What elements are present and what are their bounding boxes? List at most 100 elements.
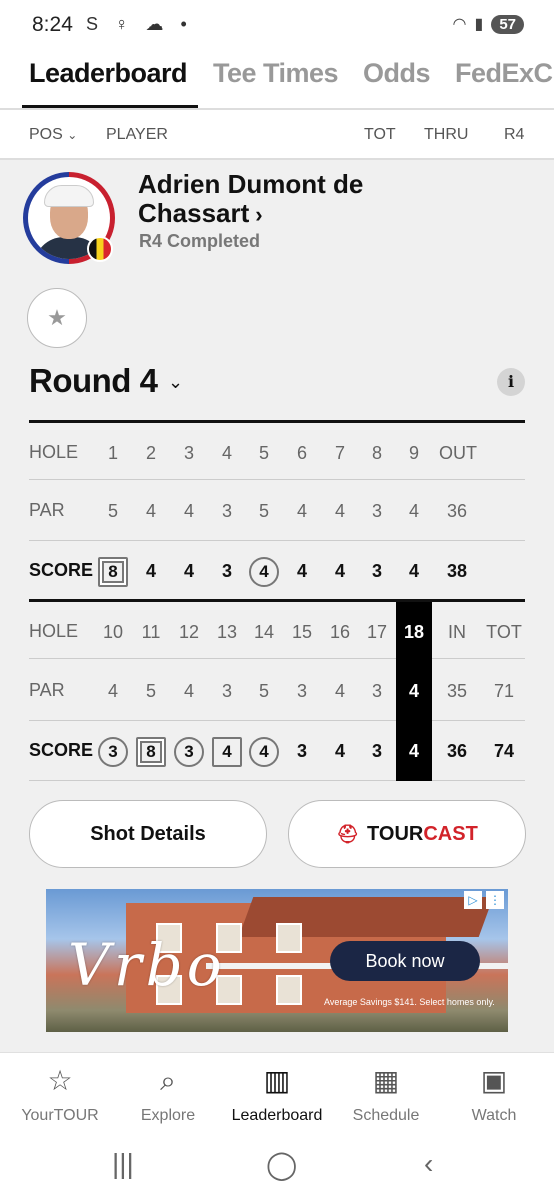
front-hole-row-cell: 3 (183, 443, 194, 463)
chevron-down-icon[interactable]: ⌄ (168, 372, 183, 393)
ad-fine-print: Average Savings $141. Select homes only. (324, 997, 495, 1007)
back-par-row-label: PAR (29, 680, 65, 700)
player-name-link[interactable]: Adrien Dumont de Chassart › (138, 170, 468, 229)
active-tab-indicator (22, 105, 198, 108)
front-par-row-cell: 3 (371, 501, 382, 521)
front-score-row-cell: 38 (446, 561, 468, 581)
home-icon[interactable]: ◯ (266, 1148, 297, 1181)
nav-label: YourTOUR (21, 1107, 99, 1124)
tab-odds[interactable]: Odds (363, 58, 431, 89)
signal-icon: ▮ (474, 16, 484, 33)
ad-choices[interactable]: ▷ ⋮ (464, 891, 504, 909)
back-par-row: PAR 4 5 4 3 5 3 4 3 4 35 71 (29, 661, 525, 721)
double-bogey-marker: 8 (98, 557, 128, 588)
status-notification-icons: S ♀ ☁ • (86, 14, 193, 34)
nav-schedule[interactable]: ▦ Schedule (331, 1063, 441, 1125)
shot-details-button[interactable]: Shot Details (29, 800, 267, 868)
nav-label: Leaderboard (231, 1107, 323, 1124)
front-hole-row-cell: 4 (221, 443, 232, 463)
round-column-label: R4 (504, 126, 525, 143)
front-par-row-cell: 4 (408, 501, 419, 521)
back-hole-row-cell: 14 (253, 622, 275, 642)
front-score-row-cell: 4 (183, 561, 194, 581)
back-hole-row-cell: TOT (486, 622, 522, 642)
back-score-row-cell: 4 (334, 741, 345, 761)
status-right-icons: ◠ ▮ 57 (453, 14, 524, 34)
back-hole-row-cell: 12 (178, 622, 200, 642)
front-score-row-cell: 8 (95, 541, 131, 601)
player-round-status: R4 Completed (139, 231, 261, 251)
front-par-row-cell: 4 (145, 501, 156, 521)
back-hole-row-cell: IN (448, 622, 466, 642)
front-hole-row-cell: OUT (439, 443, 477, 463)
back-hole-row-cell: 15 (291, 622, 313, 642)
front-par-row-cell: 36 (446, 501, 468, 521)
front-score-row-cell: 4 (408, 561, 419, 581)
back-hole-row-cell: 13 (216, 622, 238, 642)
back-score-row: SCORE 3 8 3 4 4 3 4 3 4 36 74 (29, 721, 525, 781)
front-par-row-label: PAR (29, 500, 65, 520)
info-icon[interactable]: i (497, 368, 525, 396)
ad-brand-logo: Vrbo (68, 931, 226, 999)
player-column-label: PLAYER (106, 126, 168, 143)
back-score-row-cell: 3 (371, 741, 382, 761)
back-hole-row-label: HOLE (29, 621, 79, 641)
ad-more-icon[interactable]: ⋮ (486, 891, 504, 909)
back-par-row-cell: 3 (221, 681, 232, 701)
front-par-row-cell: 4 (296, 501, 307, 521)
status-bar: 8:24 S ♀ ☁ • ◠ ▮ 57 (0, 0, 554, 52)
nav-explore[interactable]: ⌕ Explore (113, 1063, 223, 1125)
advertisement-banner[interactable]: Vrbo Book now Average Savings $141. Sele… (46, 889, 508, 1032)
nav-label: Schedule (352, 1107, 420, 1124)
front-hole-row-cell: 8 (371, 443, 382, 463)
status-time: 8:24 (32, 13, 73, 36)
tourcast-button[interactable]: ⛑ TOUR CAST (288, 800, 526, 868)
chevron-down-icon: ⌄ (67, 128, 78, 142)
nav-label: Watch (471, 1107, 517, 1124)
tourcast-label-tour: TOUR (367, 822, 424, 845)
adchoices-icon[interactable]: ▷ (464, 891, 482, 909)
ad-book-now-button[interactable]: Book now (330, 941, 480, 981)
player-name-line1: Adrien Dumont de (138, 169, 364, 199)
back-score-row-cell: 74 (493, 741, 515, 761)
search-icon: ⌕ (160, 1065, 176, 1096)
front-hole-row-cell: 5 (258, 443, 269, 463)
tab-leaderboard[interactable]: Leaderboard (29, 58, 188, 89)
nav-yourtour[interactable]: ☆ YourTOUR (5, 1063, 115, 1125)
star-icon: ★ (47, 305, 67, 330)
front-score-row-cell: 3 (371, 561, 382, 581)
front-score-row-cell: 4 (296, 561, 307, 581)
front-par-row: PAR 5 4 4 3 5 4 4 3 4 36 (29, 481, 525, 541)
back-hole-row-cell: 10 (102, 622, 124, 642)
back-par-row-cell: 3 (296, 681, 307, 701)
recent-apps-icon[interactable]: ||| (112, 1148, 134, 1180)
battery-icon: 57 (491, 14, 524, 34)
front-score-row-cell: 4 (334, 561, 345, 581)
nav-watch[interactable]: ▣ Watch (439, 1063, 549, 1125)
back-score-row-cell: 4 (209, 721, 245, 781)
front-hole-row-cell: 1 (107, 443, 118, 463)
front-par-row-cell: 3 (221, 501, 232, 521)
round-selector[interactable]: Round 4 (29, 362, 158, 400)
pos-sort-button[interactable]: POS ⌄ (29, 126, 77, 144)
tourcast-label-cast: CAST (423, 822, 478, 845)
back-par-row-cell: 5 (258, 681, 269, 701)
star-icon: ☆ (47, 1065, 73, 1096)
front-par-row-cell: 4 (334, 501, 345, 521)
back-par-row-cell: 4 (334, 681, 345, 701)
birdie-marker: 3 (98, 737, 128, 768)
bottom-navigation: ☆ YourTOUR ⌕ Explore ▥ Leaderboard ▦ Sch… (0, 1052, 554, 1134)
nav-leaderboard[interactable]: ▥ Leaderboard (222, 1063, 332, 1125)
tab-fedexcup[interactable]: FedExCup (455, 58, 554, 89)
system-navigation-bar: ||| ◯ ‹ (0, 1134, 554, 1200)
favorite-star-button[interactable]: ★ (27, 288, 87, 348)
back-score-row-label: SCORE (29, 740, 94, 760)
back-score-row-cell: 3 (171, 721, 207, 781)
birdie-marker: 4 (249, 557, 279, 588)
thru-column-label: THRU (424, 126, 469, 143)
front-par-row-cell: 4 (183, 501, 194, 521)
back-icon[interactable]: ‹ (424, 1148, 433, 1180)
player-name-line2: Chassart (138, 198, 250, 228)
wifi-icon: ◠ (452, 16, 467, 33)
tab-tee-times[interactable]: Tee Times (213, 58, 339, 89)
